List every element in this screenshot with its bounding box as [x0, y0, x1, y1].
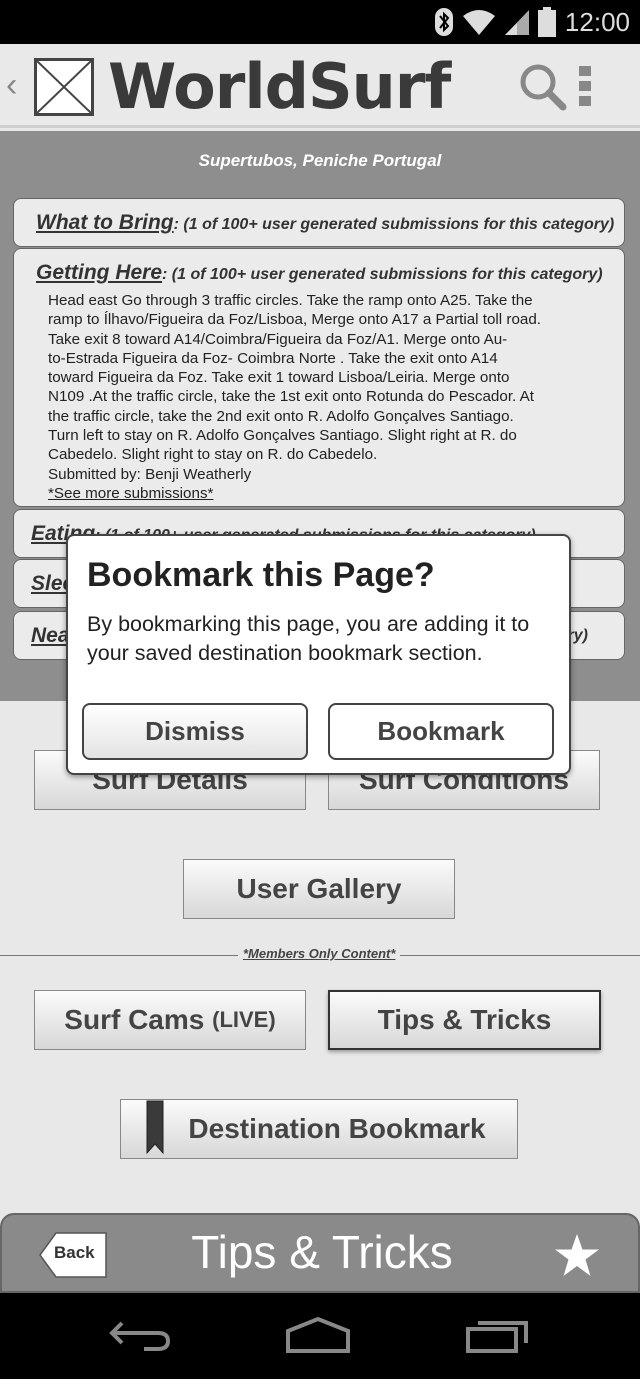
- overflow-menu-icon[interactable]: [578, 66, 592, 111]
- bookmark-icon: [146, 1100, 164, 1159]
- search-icon[interactable]: [518, 62, 568, 117]
- status-icons: [434, 6, 556, 38]
- image-placeholder-icon: [34, 58, 94, 116]
- wifi-icon: [462, 8, 496, 36]
- status-bar: 12:00: [0, 0, 640, 44]
- battery-icon: [538, 7, 556, 37]
- dismiss-button[interactable]: Dismiss: [82, 703, 308, 760]
- members-only-label: *Members Only Content*: [238, 946, 401, 961]
- dialog-title: Bookmark this Page?: [87, 556, 435, 594]
- app-header: ‹ WorldSurf: [0, 44, 640, 128]
- bookmark-button[interactable]: Bookmark: [328, 703, 554, 760]
- category-getting-here: Getting Here: (1 of 100+ user generated …: [13, 248, 625, 507]
- submitted-by: Submitted by: Benji Weatherly: [48, 465, 252, 483]
- submission-text: Head east Go through 3 traffic circles. …: [14, 285, 624, 503]
- bookmark-dialog: Bookmark this Page? By bookmarking this …: [66, 534, 571, 775]
- back-nav-icon[interactable]: [108, 1315, 172, 1355]
- surf-cams-button[interactable]: Surf Cams (LIVE): [34, 990, 306, 1050]
- category-header: Getting Here: (1 of 100+ user generated …: [36, 263, 603, 284]
- bottom-action-bar: Back Tips & Tricks: [0, 1213, 640, 1293]
- signal-icon: [504, 8, 530, 36]
- bluetooth-icon: [434, 7, 454, 37]
- app-title: WorldSurf: [108, 50, 451, 123]
- destination-bookmark-button[interactable]: Destination Bookmark: [120, 1099, 518, 1159]
- user-gallery-button[interactable]: User Gallery: [183, 859, 455, 919]
- status-time: 12:00: [564, 7, 630, 37]
- chevron-left-icon[interactable]: ‹: [6, 68, 17, 102]
- system-nav-bar: [0, 1293, 640, 1379]
- tips-tricks-button[interactable]: Tips & Tricks: [328, 990, 601, 1050]
- dialog-message: By bookmarking this page, you are adding…: [87, 612, 530, 665]
- recents-nav-icon[interactable]: [464, 1315, 532, 1355]
- home-nav-icon[interactable]: [284, 1315, 352, 1355]
- location-title: Supertubos, Peniche Portugal: [198, 151, 442, 170]
- live-label: (LIVE): [212, 1007, 276, 1032]
- bottom-bar-title: Tips & Tricks: [191, 1226, 453, 1278]
- category-header: What to Bring: (1 of 100+ user generated…: [36, 211, 615, 234]
- category-what-to-bring[interactable]: What to Bring: (1 of 100+ user generated…: [13, 198, 625, 247]
- star-icon[interactable]: [554, 1233, 600, 1282]
- see-more-submissions-link[interactable]: *See more submissions*: [48, 484, 596, 503]
- surf-cams-label: Surf Cams: [64, 1004, 205, 1035]
